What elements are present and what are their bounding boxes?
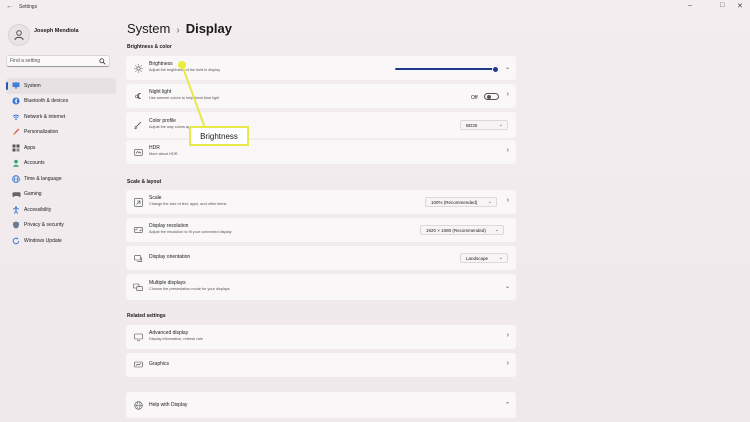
callout-label: Brightness [189, 126, 249, 146]
callout-dot [178, 61, 186, 69]
callout-pointer [181, 64, 206, 129]
